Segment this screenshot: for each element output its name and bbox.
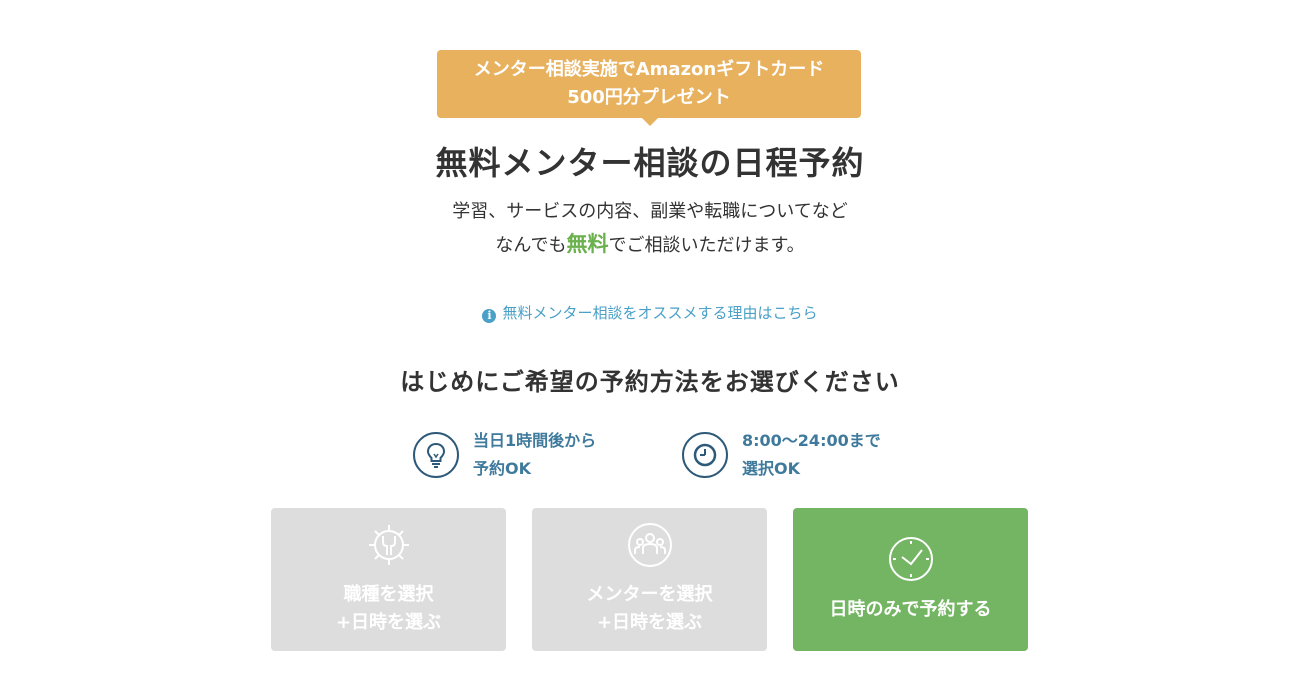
clock-icon xyxy=(887,535,935,592)
option-select-job-type[interactable]: 職種を選択 +日時を選ぶ xyxy=(271,508,506,651)
lead-line2-after: でご相談いただけます。 xyxy=(608,235,805,256)
gear-wrench-icon xyxy=(366,522,412,577)
option-select-mentor[interactable]: メンターを選択 +日時を選ぶ xyxy=(532,508,767,651)
people-icon xyxy=(627,522,673,577)
feature-time-range: 8:00〜24:00まで 選択OK xyxy=(682,428,881,482)
option-select-mentor-line2: +日時を選ぶ xyxy=(596,612,703,633)
option-select-job-type-line1: 職種を選択 xyxy=(343,584,434,605)
info-icon: i xyxy=(482,309,497,323)
feature-time-range-text: 8:00〜24:00まで 選択OK xyxy=(742,427,881,483)
feature-time-range-line1: 8:00〜24:00まで xyxy=(742,431,881,450)
lead-line2: なんでも無料でご相談いただけます。 xyxy=(0,228,1300,262)
section-title: はじめにご希望の予約方法をお選びください xyxy=(400,368,900,396)
reason-link-label: 無料メンター相談をオススメする理由はこちら xyxy=(502,304,818,322)
feature-same-day-line2: 予約OK xyxy=(473,459,532,478)
reason-link[interactable]: i 無料メンター相談をオススメする理由はこちら xyxy=(0,302,1300,323)
feature-same-day: 当日1時間後から 予約OK xyxy=(413,428,596,482)
option-datetime-only[interactable]: 日時のみで予約する xyxy=(793,508,1028,651)
campaign-badge-line2: 500円分プレゼント xyxy=(567,87,731,108)
campaign-badge-arrow xyxy=(642,118,658,126)
campaign-badge-line1: メンター相談実施でAmazonギフトカード xyxy=(473,59,825,80)
option-select-mentor-line1: メンターを選択 xyxy=(586,584,713,605)
feature-same-day-text: 当日1時間後から 予約OK xyxy=(473,427,596,483)
option-select-job-type-line2: +日時を選ぶ xyxy=(335,612,442,633)
lead-text: 学習、サービスの内容、副業や転職についてなど なんでも無料でご相談いただけます。 xyxy=(0,196,1300,262)
option-datetime-only-label: 日時のみで予約する xyxy=(829,599,992,620)
clock-icon xyxy=(682,432,728,478)
lead-highlight-free: 無料 xyxy=(566,232,609,256)
lightbulb-icon xyxy=(413,432,459,478)
page-title: 無料メンター相談の日程予約 xyxy=(435,144,865,182)
campaign-badge: メンター相談実施でAmazonギフトカード 500円分プレゼント xyxy=(437,50,861,118)
lead-line1: 学習、サービスの内容、副業や転職についてなど xyxy=(452,201,848,222)
lead-line2-before: なんでも xyxy=(495,235,567,256)
feature-time-range-line2: 選択OK xyxy=(742,459,801,478)
feature-same-day-line1: 当日1時間後から xyxy=(473,431,597,450)
